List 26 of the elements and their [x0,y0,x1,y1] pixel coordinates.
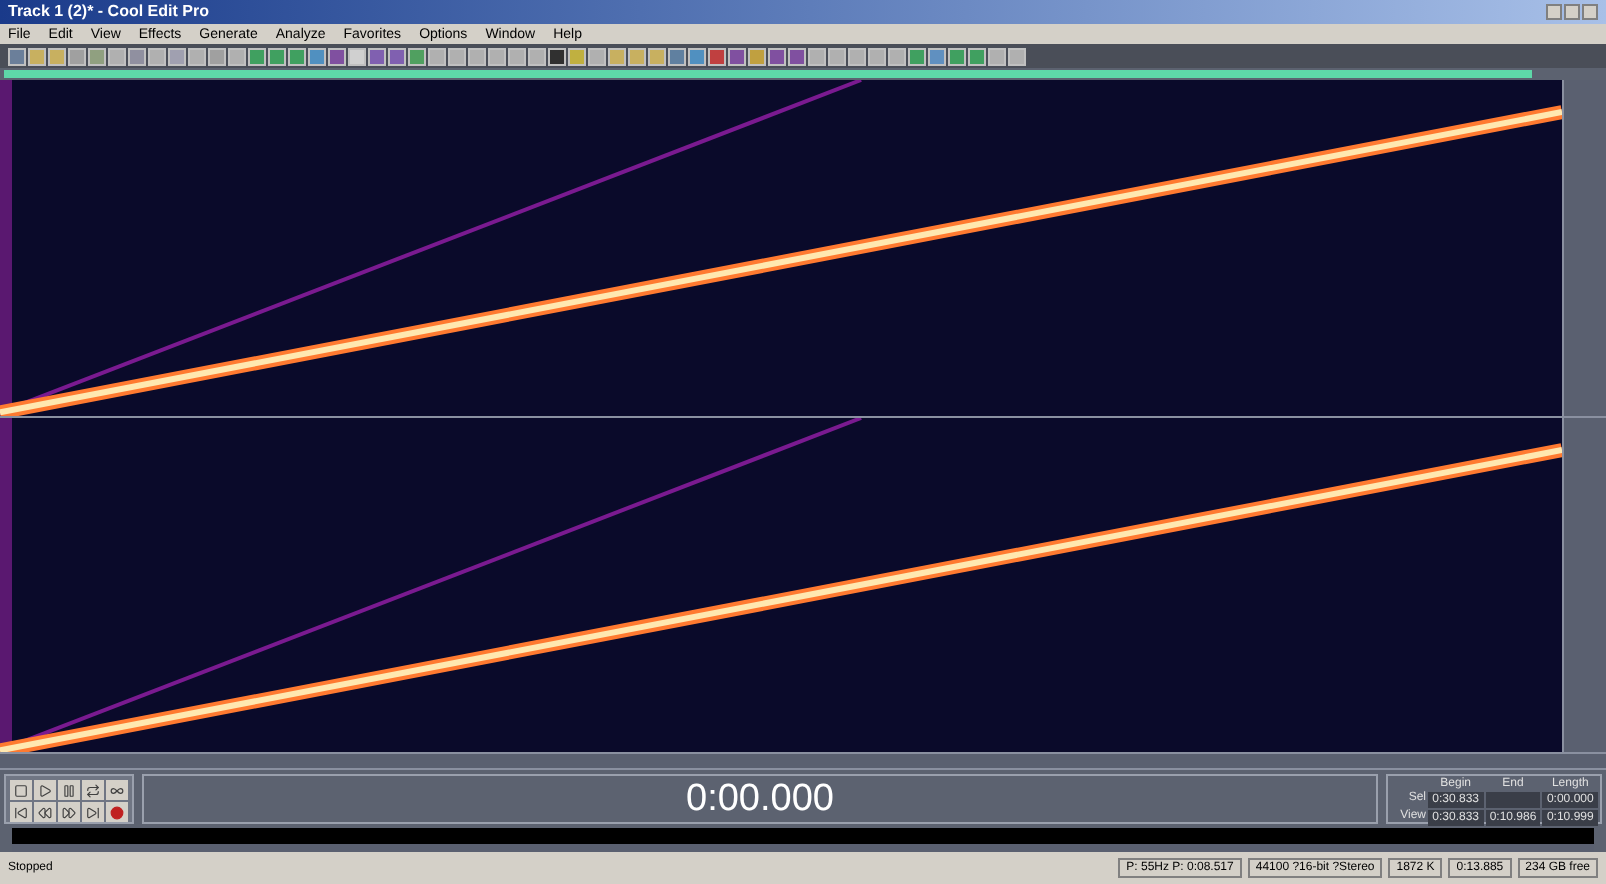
loop-icon [86,783,100,797]
pause-icon [62,783,76,797]
transport-button[interactable] [58,802,80,822]
record-icon [110,805,124,819]
transport-button[interactable] [34,802,56,822]
time-field[interactable] [1485,792,1541,808]
transport-button[interactable] [58,780,80,800]
transport-button[interactable] [106,780,128,800]
transport-button[interactable] [82,780,104,800]
play-icon [38,783,52,797]
window-title: Track 1 (2)* - Cool Edit Pro [8,4,209,20]
skip-back-icon [14,805,28,819]
transport-button[interactable] [10,802,32,822]
rewind-icon [38,805,52,819]
transport-button[interactable] [10,780,32,800]
minimize-button[interactable] [1546,4,1562,20]
transport-button[interactable] [82,802,104,822]
transport-button[interactable] [34,780,56,800]
skip-forward-icon [86,805,100,819]
maximize-button[interactable] [1564,4,1580,20]
stop-icon [14,783,28,797]
time-display: 0:00.000 [686,780,834,818]
transport-button[interactable] [106,802,128,822]
close-button[interactable] [1582,4,1598,20]
infinity-icon [110,783,124,797]
fast-forward-icon [62,805,76,819]
